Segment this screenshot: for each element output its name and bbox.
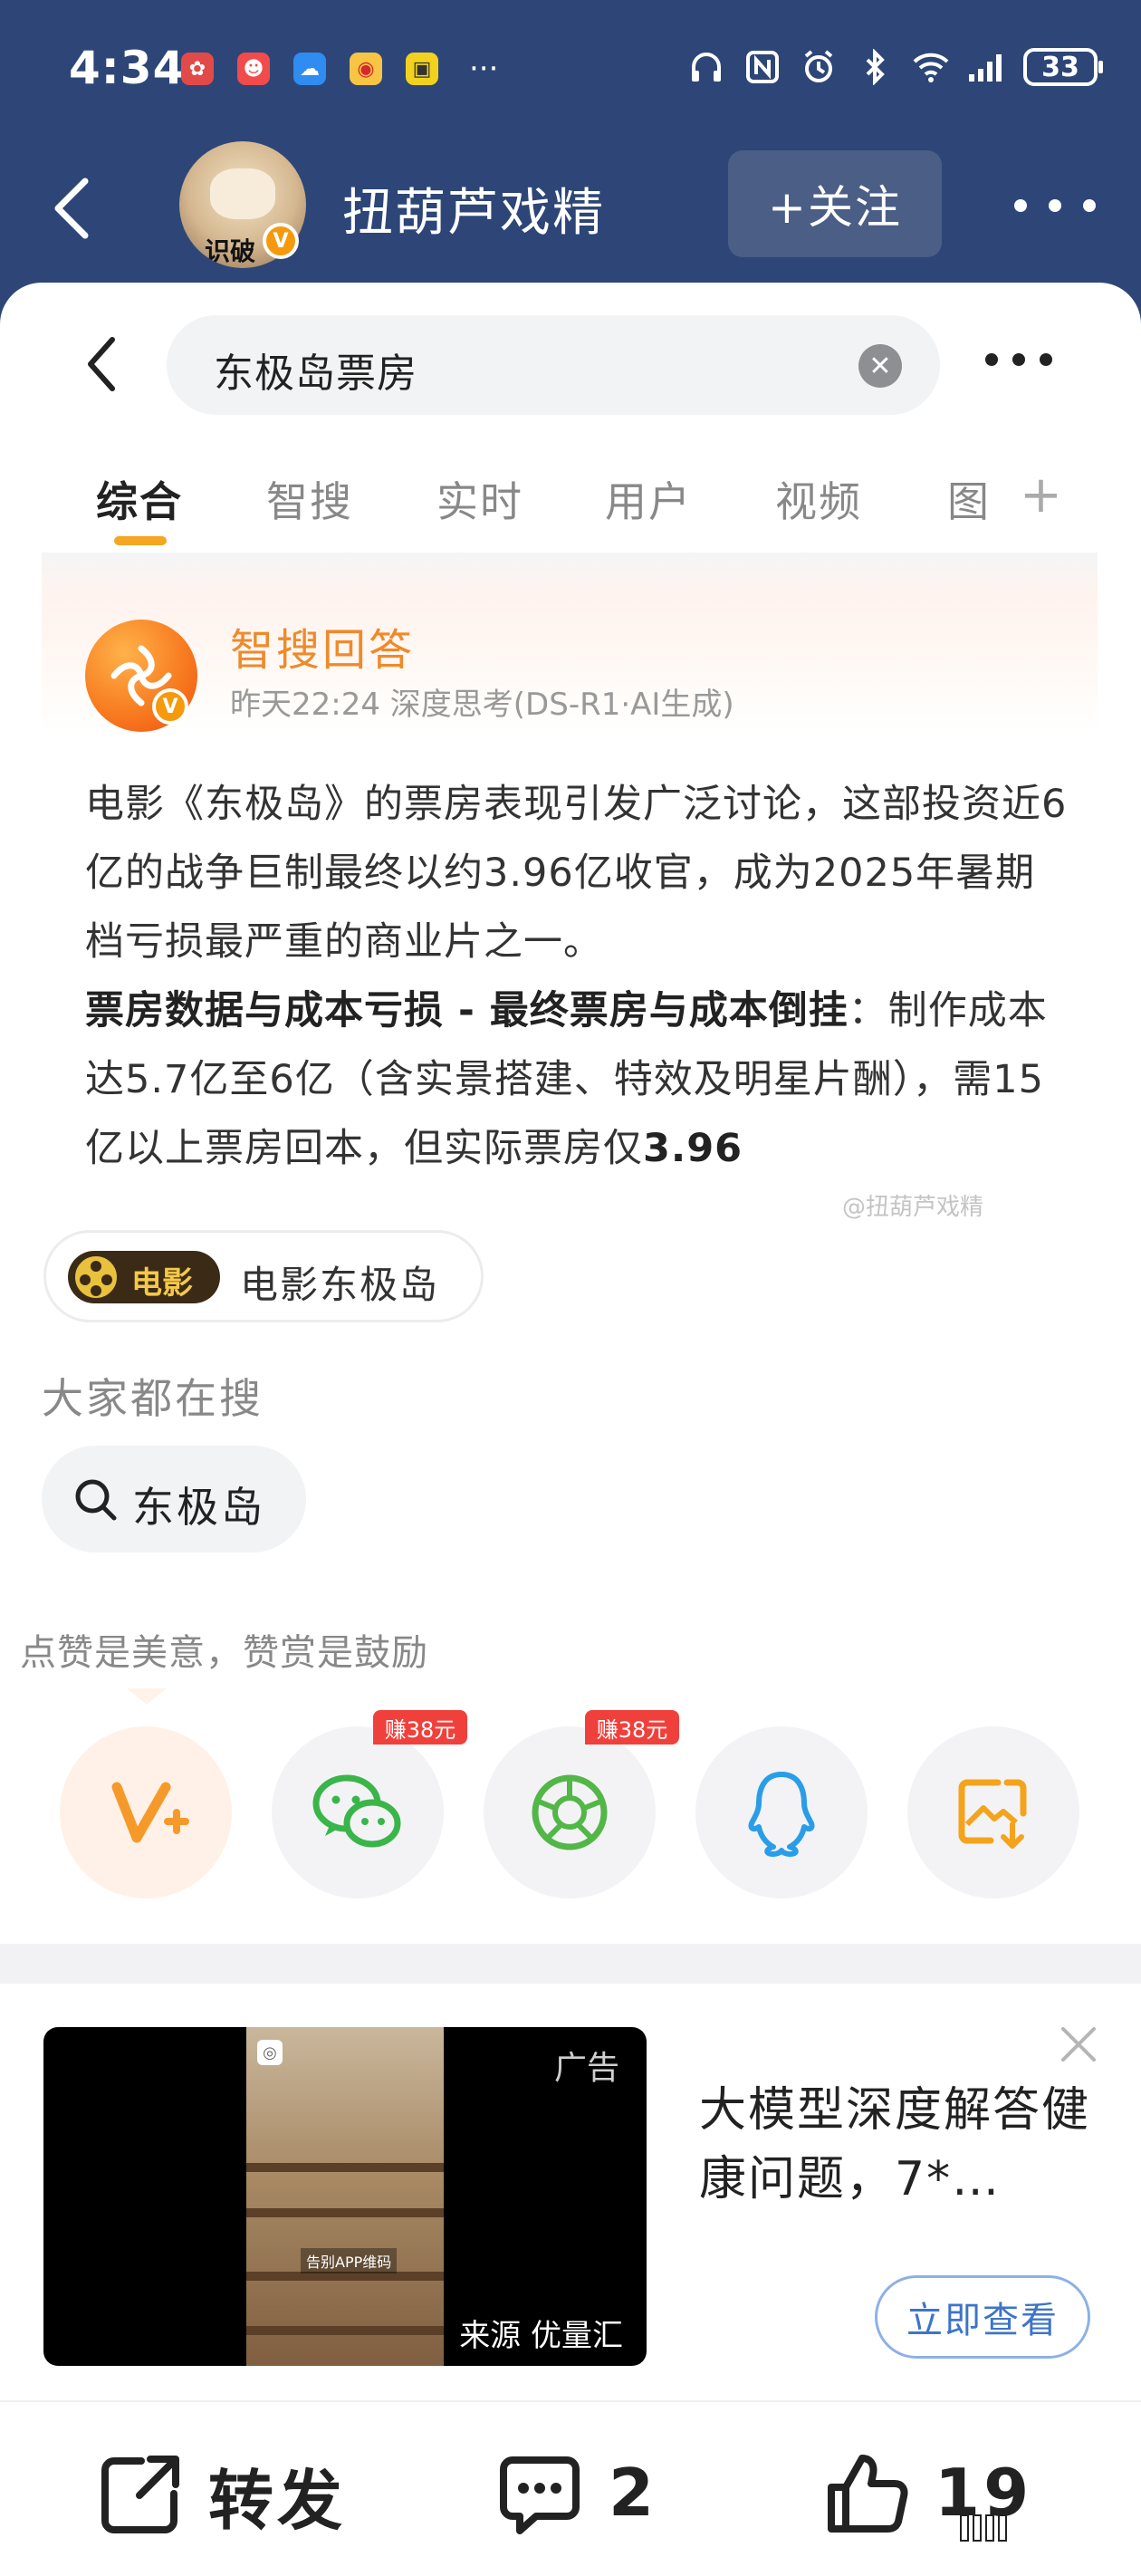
cloud-app-icon: ☁: [293, 53, 326, 85]
reward-vip-button[interactable]: [60, 1726, 232, 1898]
username[interactable]: 扭葫芦戏精: [342, 172, 605, 245]
search-row: 东极岛票房 ✕: [0, 283, 1141, 446]
film-reel-icon: [72, 1253, 120, 1302]
search-result-card: 东极岛票房 ✕ 综合 智搜 实时 用户 视频 图 + V 智搜回答 昨天22:2…: [0, 283, 1141, 2576]
ai-answer-meta: 昨天22:24 深度思考(DS-R1·AI生成): [230, 687, 734, 723]
movie-tag-chip[interactable]: 电影 电影东极岛: [43, 1230, 484, 1322]
search-tabs: 综合 智搜 实时 用户 视频 图 +: [0, 455, 1141, 554]
chevron-left-icon: [54, 178, 89, 239]
bottom-action-bar: 转发 2 19: [0, 2400, 1141, 2576]
battery-indicator: 33: [1023, 48, 1103, 86]
verified-badge-icon: V: [152, 688, 188, 725]
movie-tag-label: 电影东极岛: [240, 1263, 440, 1307]
vip-plus-icon: [111, 1782, 189, 1843]
moments-icon: [532, 1774, 608, 1850]
status-bar: 4:34 ✿ ☻ ☁ ◉ ▣ ··· 33: [0, 0, 1141, 136]
ad-label: 广告: [553, 2050, 619, 2087]
share-qq-button[interactable]: [695, 1726, 868, 1898]
thumbs-up-icon: [828, 2455, 908, 2533]
status-time: 4:34: [69, 42, 186, 94]
verified-badge-icon: V: [263, 223, 299, 259]
tab-comprehensive[interactable]: 综合: [96, 469, 183, 529]
comment-button[interactable]: 2: [494, 2447, 657, 2538]
hot-search-title: 大家都在搜: [42, 1374, 264, 1423]
share-moments-button[interactable]: 赚38元: [484, 1710, 679, 1898]
wifi-icon: [911, 47, 951, 87]
search-input[interactable]: 东极岛票房 ✕: [167, 315, 940, 415]
repost-button[interactable]: 转发: [94, 2447, 346, 2542]
follow-button[interactable]: +关注: [728, 150, 942, 257]
app-notification-icon: ▣: [406, 53, 438, 85]
earn-badge: 赚38元: [373, 1710, 467, 1745]
app-notification-icon: ☻: [237, 53, 270, 85]
hot-search-chip[interactable]: 东极岛: [42, 1446, 306, 1552]
qq-icon: [748, 1772, 815, 1857]
app-logo-icon: ◎: [257, 2040, 283, 2065]
close-ad-icon[interactable]: [1056, 2022, 1101, 2067]
ad-source: 来源 优量汇: [459, 2318, 623, 2354]
add-tab-icon[interactable]: +: [1020, 466, 1062, 524]
tab-video[interactable]: 视频: [775, 469, 862, 529]
ai-answer-heading: 票房数据与成本亏损 - 最终票房与成本倒挂: [85, 988, 849, 1033]
bluetooth-icon: [855, 47, 895, 87]
ad-view-now-button[interactable]: 立即查看: [875, 2275, 1090, 2359]
search-icon: [75, 1479, 117, 1521]
alarm-icon: [799, 47, 839, 87]
earn-badge: 赚38元: [585, 1710, 679, 1745]
search-more-icon[interactable]: [985, 353, 1052, 375]
ai-answer-paragraph: 电影《东极岛》的票房表现引发广泛讨论，这部投资近6亿的战争巨制最终以约3.96亿…: [85, 782, 1068, 965]
tab-smart-search[interactable]: 智搜: [266, 469, 353, 529]
ai-answer-panel[interactable]: V 智搜回答 昨天22:24 深度思考(DS-R1·AI生成) 电影《东极岛》的…: [42, 553, 1098, 1504]
tab-images[interactable]: 图: [947, 469, 991, 529]
app-notification-icon: ✿: [181, 53, 214, 85]
share-wechat-button[interactable]: 赚38元: [272, 1710, 467, 1898]
active-tab-indicator: [114, 536, 167, 545]
search-back-button[interactable]: [80, 332, 125, 396]
ad-video-frame: ◎ 告别APP维码: [246, 2027, 444, 2366]
clear-search-icon[interactable]: ✕: [858, 344, 902, 388]
weibo-icon: ◉: [350, 53, 382, 85]
save-image-icon: [958, 1779, 1027, 1849]
ai-answer-title: 智搜回答: [230, 625, 416, 676]
chevron-left-icon: [88, 337, 115, 391]
section-divider: [0, 1944, 1141, 1984]
status-system-icons: 33: [686, 47, 1103, 87]
more-options-icon[interactable]: [1014, 183, 1096, 228]
status-app-icons: ✿ ☻ ☁ ◉ ▣ ···: [181, 53, 498, 85]
ai-answer-emphasis: 3.96: [643, 1126, 743, 1171]
search-query: 东极岛票房: [214, 351, 417, 397]
ad-video-caption: 告别APP维码: [301, 2248, 398, 2273]
tab-realtime[interactable]: 实时: [436, 469, 523, 529]
more-notifications-icon: ···: [469, 51, 499, 87]
back-button[interactable]: [45, 172, 100, 245]
wechat-icon: [312, 1774, 401, 1848]
movie-badge: 电影: [68, 1251, 220, 1303]
tab-users[interactable]: 用户: [605, 469, 692, 529]
ai-answer-text: 电影《东极岛》的票房表现引发广泛讨论，这部投资近6亿的战争巨制最终以约3.96亿…: [85, 770, 1072, 1183]
share-icon: [101, 2455, 179, 2533]
ad-video-thumbnail[interactable]: ◎ 告别APP维码 广告 来源 优量汇: [43, 2027, 647, 2366]
comment-icon: [500, 2456, 580, 2534]
avatar-caption: 识破: [205, 236, 256, 266]
avatar-image: [210, 168, 275, 219]
share-row: 赚38元 赚38元: [60, 1710, 1092, 1898]
comment-count: 2: [609, 2455, 658, 2531]
headphones-icon: [686, 47, 726, 87]
reward-hint: 点赞是美意，赞赏是鼓励: [20, 1632, 428, 1674]
repost-label: 转发: [208, 2463, 347, 2539]
signal-icon: [967, 47, 1007, 87]
tooltip-pointer: [127, 1688, 167, 1705]
nfc-icon: [743, 47, 782, 87]
watermark: @扭葫芦戏精: [842, 1194, 984, 1221]
system-indicator-icon: [960, 2514, 1096, 2542]
save-image-button[interactable]: [907, 1726, 1079, 1898]
ad-title[interactable]: 大模型深度解答健康问题，7*…: [699, 2076, 1107, 2214]
post-header: 识破 V 扭葫芦戏精 +关注: [0, 136, 1141, 281]
